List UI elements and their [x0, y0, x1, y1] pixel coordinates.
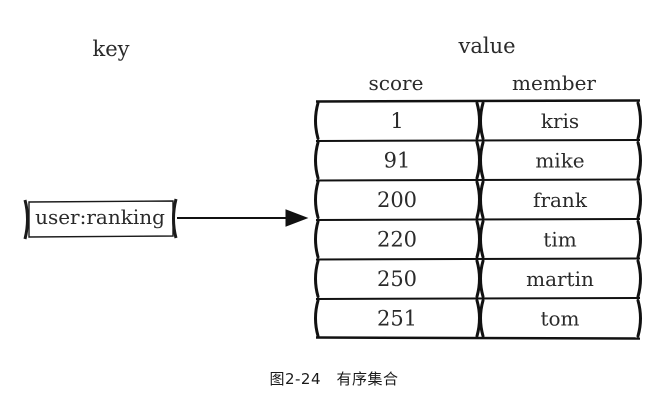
table-row: 250 martin	[314, 257, 642, 298]
table-row: 1 kris	[314, 99, 642, 140]
member-cell: martin	[526, 267, 594, 291]
key-name: user:ranking	[35, 205, 165, 229]
score-column-heading: score	[369, 71, 424, 95]
score-cell: 251	[377, 307, 417, 331]
key-to-value-arrow	[177, 209, 309, 227]
key-box: user:ranking	[23, 198, 178, 240]
score-cell: 200	[377, 188, 417, 212]
sorted-set-diagram: key value score member user:ranking 1 kri…	[23, 34, 642, 340]
score-cell: 250	[377, 267, 417, 291]
key-heading: key	[92, 37, 129, 61]
table-row: 251 tom	[314, 297, 642, 340]
score-cell: 91	[384, 149, 411, 173]
score-cell: 1	[390, 109, 403, 133]
member-cell: tom	[540, 307, 579, 331]
member-cell: mike	[535, 149, 584, 173]
member-column-heading: member	[512, 71, 596, 95]
member-cell: frank	[533, 188, 588, 212]
member-cell: kris	[541, 109, 579, 133]
member-cell: tim	[543, 228, 576, 252]
table-row: 220 tim	[314, 218, 642, 259]
value-table: 1 kris 91 mike 200 frank 220 tim 250 martin 251 tom	[314, 99, 642, 340]
score-cell: 220	[377, 228, 417, 252]
table-row: 91 mike	[314, 139, 642, 180]
value-heading: value	[457, 34, 515, 58]
table-row: 200 frank	[314, 178, 642, 219]
figure-caption: 图2-24 有序集合	[269, 370, 399, 388]
